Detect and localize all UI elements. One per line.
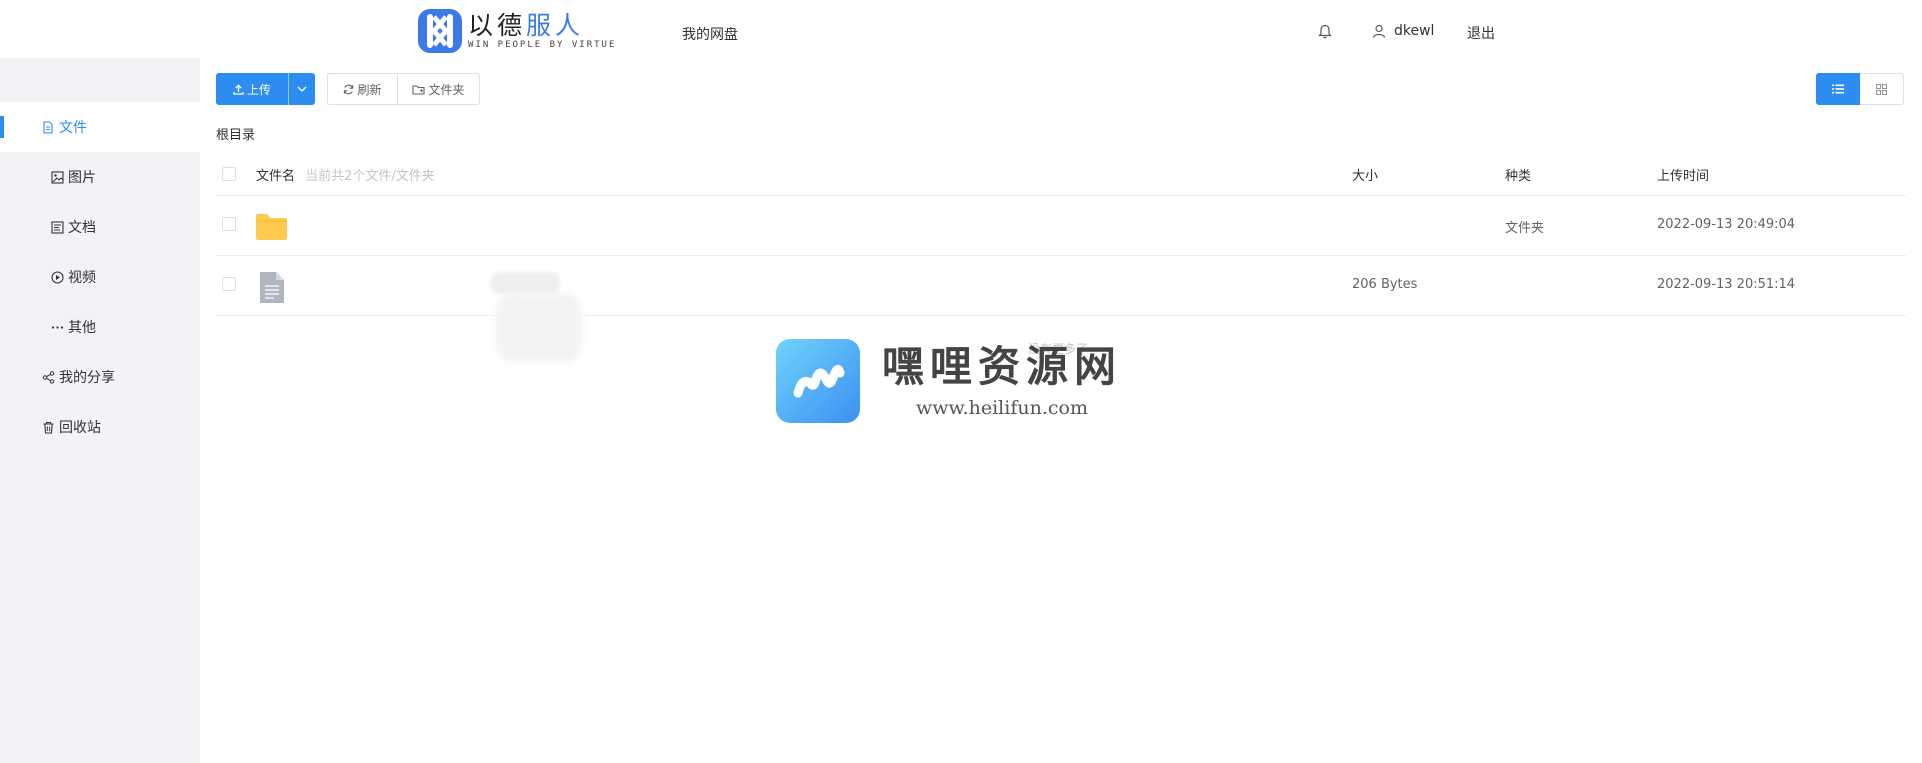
row-checkbox[interactable]: [222, 217, 236, 231]
watermark-url: www.heilifun.com: [916, 397, 1088, 419]
folder-icon: [256, 214, 287, 240]
upload-dropdown-button[interactable]: [288, 73, 315, 105]
sidebar-item-recycle-bin[interactable]: 回收站: [0, 402, 200, 452]
table-row[interactable]: 文件夹 2022-09-13 20:49:04: [216, 195, 1906, 256]
sidebar-item-my-shares[interactable]: 我的分享: [0, 352, 200, 402]
table-row[interactable]: 206 Bytes 2022-09-13 20:51:14: [216, 255, 1906, 316]
table-header: 文件名 当前共2个文件/文件夹 大小 种类 上传时间: [216, 151, 1906, 196]
sidebar-item-label: 图片: [68, 170, 96, 186]
logout-link[interactable]: 退出: [1467, 23, 1495, 43]
watermark-title: 嘿哩资源网: [882, 342, 1123, 391]
user-icon: [1372, 24, 1386, 38]
grid-icon: [1876, 83, 1887, 95]
folder-add-icon: [412, 84, 426, 95]
username: dkewl: [1394, 23, 1435, 39]
sidebar-item-files[interactable]: 文件: [0, 102, 200, 152]
video-icon: [50, 270, 64, 284]
logo-chinese: 以德服人: [468, 11, 585, 40]
sidebar-item-label: 文档: [68, 220, 96, 236]
refresh-icon: [343, 84, 354, 95]
column-type[interactable]: 种类: [1505, 165, 1531, 184]
chevron-down-icon: [297, 86, 307, 92]
sidebar-item-images[interactable]: 图片: [0, 152, 200, 202]
file-count-hint: 当前共2个文件/文件夹: [305, 169, 435, 184]
logo-slogan: WIN PEOPLE BY VIRTUE: [468, 40, 617, 50]
logo-mark-icon: [418, 9, 462, 53]
file-icon: [41, 120, 55, 134]
bell-icon[interactable]: [1318, 24, 1332, 39]
sidebar-item-label: 文件: [59, 120, 87, 136]
image-icon: [50, 170, 64, 184]
sidebar-item-label: 其他: [68, 320, 96, 336]
trash-icon: [41, 420, 55, 434]
sidebar: 文件 图片 文档 视频 其他 我的分享 回收站: [0, 58, 200, 763]
watermark-logo-icon: [776, 339, 860, 423]
list-view-toggle[interactable]: [1816, 73, 1860, 105]
share-icon: [41, 370, 55, 384]
sidebar-item-label: 我的分享: [59, 370, 115, 386]
site-logo[interactable]: 以德服人 WIN PEOPLE BY VIRTUE: [418, 9, 616, 53]
list-icon: [1832, 84, 1844, 94]
column-upload-time[interactable]: 上传时间: [1657, 165, 1709, 184]
refresh-button[interactable]: 刷新: [327, 73, 398, 105]
file-size: 206 Bytes: [1352, 277, 1418, 292]
upload-button[interactable]: 上传: [216, 73, 288, 105]
file-type: 文件夹: [1505, 221, 1545, 236]
sidebar-item-videos[interactable]: 视频: [0, 252, 200, 302]
redacted-name-blur: [490, 272, 560, 294]
upload-time: 2022-09-13 20:49:04: [1657, 217, 1796, 232]
watermark: 嘿哩资源网 www.heilifun.com: [776, 339, 1122, 423]
upload-icon: [233, 83, 244, 95]
text-file-icon: [260, 272, 284, 303]
upload-time: 2022-09-13 20:51:14: [1657, 277, 1796, 292]
column-size[interactable]: 大小: [1352, 165, 1378, 184]
redacted-name-blur: [496, 294, 582, 362]
column-name[interactable]: 文件名 当前共2个文件/文件夹: [256, 165, 435, 184]
new-folder-button[interactable]: 文件夹: [397, 73, 480, 105]
more-icon: [50, 320, 64, 334]
sidebar-item-label: 回收站: [59, 420, 101, 436]
breadcrumb[interactable]: 根目录: [216, 124, 255, 143]
sidebar-item-label: 视频: [68, 270, 96, 286]
user-menu[interactable]: dkewl: [1372, 23, 1434, 39]
row-checkbox[interactable]: [222, 277, 236, 291]
top-header: 以德服人 WIN PEOPLE BY VIRTUE 我的网盘 dkewl 退出: [0, 0, 1922, 58]
document-icon: [50, 220, 64, 234]
sidebar-item-other[interactable]: 其他: [0, 302, 200, 352]
nav-my-drive[interactable]: 我的网盘: [682, 24, 738, 44]
sidebar-item-documents[interactable]: 文档: [0, 202, 200, 252]
select-all-checkbox[interactable]: [222, 167, 236, 181]
grid-view-toggle[interactable]: [1860, 73, 1904, 105]
